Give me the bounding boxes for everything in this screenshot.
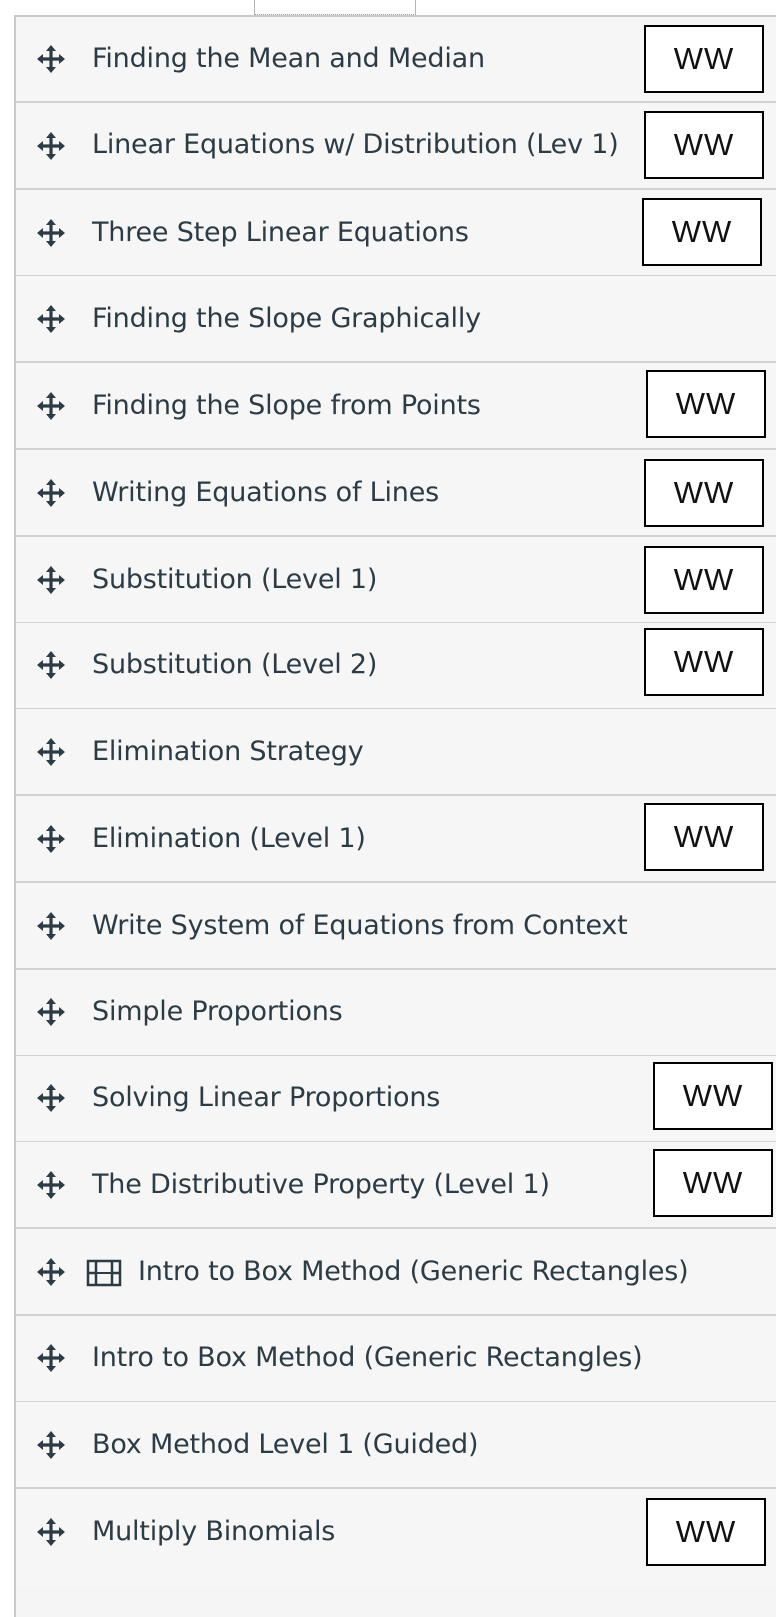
module-item[interactable]: Box Method Level 1 (Guided): [16, 1402, 776, 1489]
module-item-title[interactable]: Writing Equations of Lines: [92, 477, 439, 508]
module-item[interactable]: Simple Proportions: [16, 970, 776, 1057]
module-item-title[interactable]: Intro to Box Method (Generic Rectangles): [92, 1342, 643, 1373]
move-arrows-icon[interactable]: [36, 1343, 66, 1373]
ww-badge: WW: [644, 546, 764, 614]
move-arrows-icon[interactable]: [36, 1083, 66, 1113]
module-item-title[interactable]: Finding the Mean and Median: [92, 43, 485, 74]
ww-badge: WW: [644, 459, 764, 527]
module-item[interactable]: Intro to Box Method (Generic Rectangles): [16, 1229, 776, 1316]
move-arrows-icon[interactable]: [36, 1170, 66, 1200]
move-arrows-icon[interactable]: [36, 391, 66, 421]
module-item-title[interactable]: The Distributive Property (Level 1): [92, 1169, 550, 1200]
module-item-title[interactable]: Solving Linear Proportions: [92, 1082, 440, 1113]
move-arrows-icon[interactable]: [36, 650, 66, 680]
move-arrows-icon[interactable]: [36, 131, 66, 161]
top-tab-indicator: [254, 0, 416, 15]
move-arrows-icon[interactable]: [36, 1430, 66, 1460]
module-item-title[interactable]: Box Method Level 1 (Guided): [92, 1429, 479, 1460]
move-arrows-icon[interactable]: [36, 44, 66, 74]
ww-badge: WW: [644, 111, 764, 179]
module-item-title[interactable]: Intro to Box Method (Generic Rectangles): [138, 1256, 689, 1287]
move-arrows-icon[interactable]: [36, 911, 66, 941]
ww-badge: WW: [646, 1498, 766, 1566]
move-arrows-icon[interactable]: [36, 737, 66, 767]
ww-badge: WW: [642, 198, 762, 266]
module-item-title[interactable]: Finding the Slope Graphically: [92, 303, 481, 334]
ww-badge: WW: [653, 1149, 773, 1217]
module-item[interactable]: Write System of Equations from Context: [16, 883, 776, 970]
ww-badge: WW: [644, 25, 764, 93]
move-arrows-icon[interactable]: [36, 218, 66, 248]
module-item-title[interactable]: Linear Equations w/ Distribution (Lev 1): [92, 129, 619, 160]
module-item-title[interactable]: Three Step Linear Equations: [92, 217, 469, 248]
move-arrows-icon[interactable]: [36, 304, 66, 334]
move-arrows-icon[interactable]: [36, 1517, 66, 1547]
ww-badge: WW: [644, 628, 764, 696]
module-item[interactable]: Finding the Slope Graphically: [16, 276, 776, 363]
move-arrows-icon[interactable]: [36, 565, 66, 595]
module-item[interactable]: Intro to Box Method (Generic Rectangles): [16, 1316, 776, 1403]
module-item-title[interactable]: Elimination (Level 1): [92, 823, 366, 854]
module-item-title[interactable]: Substitution (Level 1): [92, 564, 377, 595]
module-item-title[interactable]: Finding the Slope from Points: [92, 390, 481, 421]
module-item-title[interactable]: Substitution (Level 2): [92, 649, 377, 680]
move-arrows-icon[interactable]: [36, 478, 66, 508]
module-item-title[interactable]: Simple Proportions: [92, 996, 343, 1027]
ww-badge: WW: [653, 1062, 773, 1130]
module-item-title[interactable]: Multiply Binomials: [92, 1516, 335, 1547]
move-arrows-icon[interactable]: [36, 824, 66, 854]
ww-badge: WW: [644, 803, 764, 871]
move-arrows-icon[interactable]: [36, 1257, 66, 1287]
move-arrows-icon[interactable]: [36, 997, 66, 1027]
video-film-icon: [86, 1258, 122, 1288]
module-item[interactable]: Elimination Strategy: [16, 709, 776, 796]
ww-badge: WW: [646, 370, 766, 438]
module-item-title[interactable]: Write System of Equations from Context: [92, 910, 628, 941]
module-item-title[interactable]: Elimination Strategy: [92, 736, 364, 767]
